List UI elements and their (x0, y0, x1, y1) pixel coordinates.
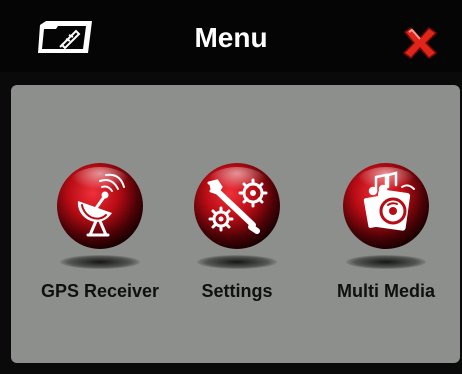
satellite-dish-icon (57, 163, 143, 249)
close-icon[interactable] (401, 26, 439, 60)
media-disc-icon (343, 163, 429, 249)
menu-item-settings[interactable]: Settings (157, 161, 317, 307)
menu-item-label: GPS Receiver (40, 281, 160, 301)
header-bar: Menu (0, 0, 462, 72)
menu-item-label: Settings (201, 281, 273, 301)
menu-item-label: Multi Media (337, 281, 435, 301)
ball-shadow (60, 255, 140, 269)
ball-shadow (197, 255, 277, 269)
page-title: Menu (194, 22, 268, 53)
ball-shadow (346, 255, 426, 269)
menu-item-multi-media[interactable]: Multi Media (306, 161, 462, 307)
gears-wrench-icon (194, 163, 280, 249)
menu-item-gps-receiver[interactable]: GPS Receiver (20, 161, 180, 307)
